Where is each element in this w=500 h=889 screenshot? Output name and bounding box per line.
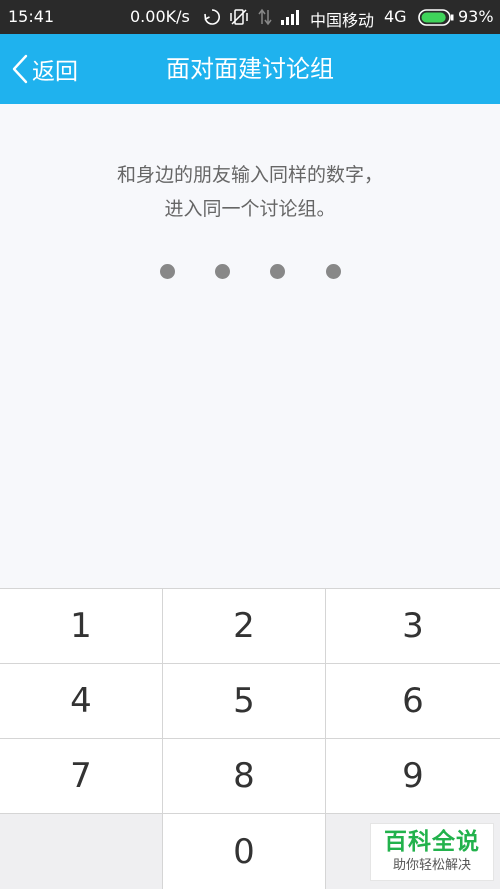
title-bar: 返回 面对面建讨论组 [0, 34, 500, 104]
vibrate-off-icon [229, 8, 249, 30]
pin-dot [326, 264, 341, 279]
keypad-blank [0, 814, 162, 889]
carrier-name: 中国移动 [310, 11, 375, 30]
key-4[interactable]: 4 [0, 664, 162, 738]
key-1[interactable]: 1 [0, 589, 162, 663]
battery-icon [418, 9, 454, 30]
status-time: 15:41 [8, 7, 55, 26]
page-title: 面对面建讨论组 [166, 55, 334, 83]
key-3[interactable]: 3 [326, 589, 500, 663]
key-6[interactable]: 6 [326, 664, 500, 738]
watermark-slogan: 助你轻松解决 [392, 858, 471, 873]
network-type: 4G [384, 7, 407, 26]
key-5[interactable]: 5 [163, 664, 325, 738]
key-8[interactable]: 8 [163, 739, 325, 813]
battery-percent: 93% [458, 7, 494, 26]
pin-dot [270, 264, 285, 279]
pin-indicator [0, 262, 500, 282]
key-7[interactable]: 7 [0, 739, 162, 813]
data-transfer-icon [258, 8, 272, 30]
watermark-logo: 百科全说 助你轻松解决 [370, 823, 494, 881]
instruction-line-2: 进入同一个讨论组。 [164, 198, 336, 220]
pin-dot [160, 264, 175, 279]
key-0[interactable]: 0 [163, 814, 325, 889]
pin-dot [215, 264, 230, 279]
status-bar: 15:41 0.00K/s 中国移动 4G 93% [0, 0, 500, 34]
key-9[interactable]: 9 [326, 739, 500, 813]
instruction-line-1: 和身边的朋友输入同样的数字， [116, 164, 383, 186]
sync-icon [203, 8, 221, 30]
key-2[interactable]: 2 [163, 589, 325, 663]
watermark-brand: 百科全说 [384, 829, 480, 855]
network-speed: 0.00K/s [130, 7, 190, 26]
instruction-text: 和身边的朋友输入同样的数字， 进入同一个讨论组。 [0, 158, 500, 226]
signal-icon [280, 9, 302, 29]
